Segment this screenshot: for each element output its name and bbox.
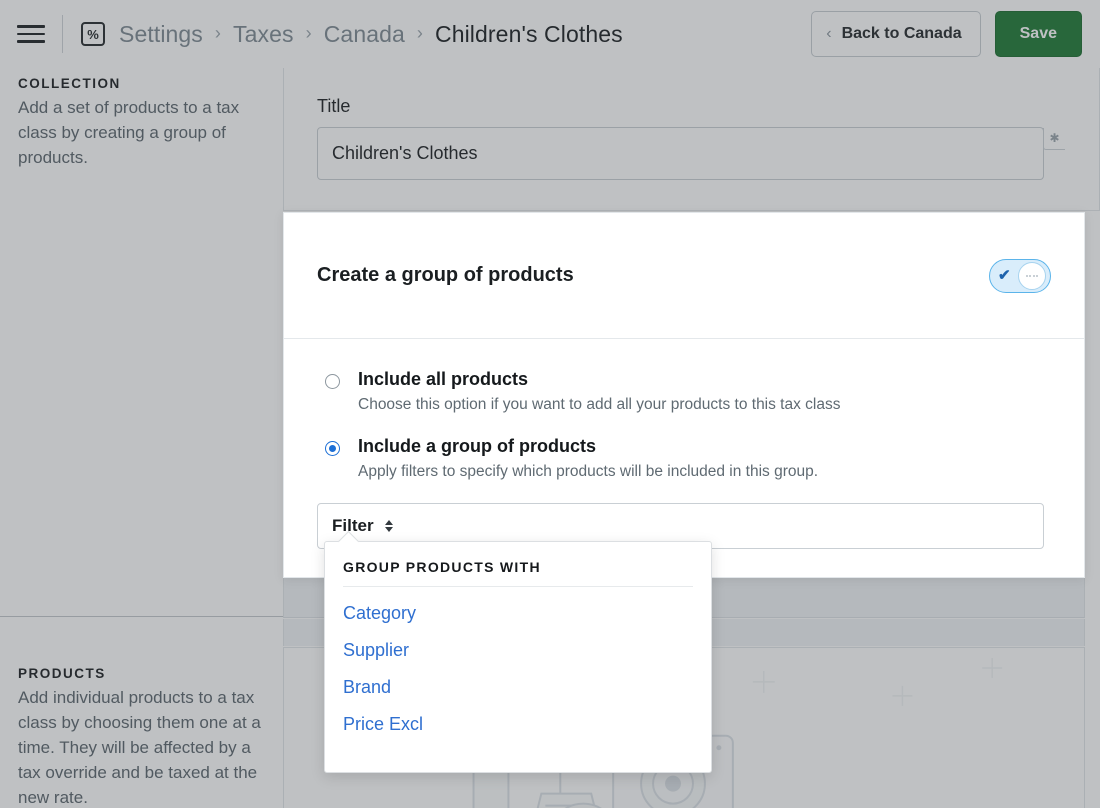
top-bar: % Settings › Taxes › Canada › Children's… xyxy=(0,0,1100,68)
dropdown-item-brand[interactable]: Brand xyxy=(343,661,693,698)
option-description: Apply filters to specify which products … xyxy=(358,462,819,480)
rail-section-collection: COLLECTION Add a set of products to a ta… xyxy=(18,76,261,170)
breadcrumb: Settings › Taxes › Canada › Children's C… xyxy=(119,21,811,48)
back-button-label: Back to Canada xyxy=(841,25,962,42)
rail-heading-products: PRODUCTS xyxy=(18,666,106,681)
hamburger-line xyxy=(17,40,45,43)
caret-up-icon xyxy=(384,520,393,526)
option-title: Include all products xyxy=(358,369,529,389)
option-description: Choose this option if you want to add al… xyxy=(358,395,841,413)
title-input[interactable] xyxy=(317,127,1044,180)
hamburger-menu-icon[interactable] xyxy=(14,17,48,51)
dropdown-heading: GROUP PRODUCTS WITH xyxy=(343,542,693,587)
rail-heading-collection: COLLECTION xyxy=(18,76,121,91)
create-group-heading: Create a group of products xyxy=(317,264,574,286)
create-group-card-body: Include all products Choose this option … xyxy=(284,339,1084,550)
save-button-label: Save xyxy=(1019,25,1057,42)
radio-include-group-of-products[interactable] xyxy=(325,441,340,457)
grip-dot xyxy=(1032,274,1035,277)
check-icon: ✔ xyxy=(998,267,1011,284)
option-title: Include a group of products xyxy=(358,436,596,457)
toolbar-divider xyxy=(62,15,63,53)
create-group-toggle[interactable]: ✔ xyxy=(989,258,1051,293)
rail-body-collection: Add a set of products to a tax class by … xyxy=(18,98,240,167)
filter-select-label: Filter xyxy=(332,516,374,536)
breadcrumb-item-taxes[interactable]: Taxes xyxy=(233,21,294,48)
hamburger-line xyxy=(17,25,45,28)
back-to-canada-button[interactable]: ‹ Back to Canada xyxy=(811,11,981,57)
create-group-card-header: Create a group of products ✔ xyxy=(284,213,1084,339)
breadcrumb-item-canada[interactable]: Canada xyxy=(324,21,405,48)
option-text: Include all products Choose this option … xyxy=(358,369,840,414)
grip-dot xyxy=(1029,274,1032,277)
create-group-card: Create a group of products ✔ Include all… xyxy=(283,212,1085,578)
breadcrumb-item-current: Children's Clothes xyxy=(435,20,623,47)
save-button[interactable]: Save xyxy=(994,11,1082,57)
chevron-right-icon: › xyxy=(416,22,423,43)
breadcrumb-item-settings[interactable]: Settings xyxy=(119,21,203,48)
rail-section-products: PRODUCTS Add individual products to a ta… xyxy=(18,666,268,808)
toggle-knob xyxy=(1018,261,1046,290)
updown-stepper-icon xyxy=(384,520,393,533)
percent-tax-icon: % xyxy=(81,22,105,46)
option-include-all-products[interactable]: Include all products Choose this option … xyxy=(317,369,1051,414)
caret-down-icon xyxy=(384,527,393,533)
required-asterisk-badge: ✱ xyxy=(1043,128,1065,150)
radio-include-all-products[interactable] xyxy=(325,374,340,389)
chevron-left-icon: ‹ xyxy=(826,25,832,42)
option-include-group-of-products[interactable]: Include a group of products Apply filter… xyxy=(317,436,1051,481)
option-text: Include a group of products Apply filter… xyxy=(358,436,818,481)
group-products-dropdown: GROUP PRODUCTS WITH Category Supplier Br… xyxy=(324,541,712,773)
rail-divider xyxy=(0,616,283,617)
dropdown-item-supplier[interactable]: Supplier xyxy=(343,624,693,661)
left-info-rail: COLLECTION Add a set of products to a ta… xyxy=(0,68,283,808)
title-card: Title ✱ xyxy=(283,68,1100,211)
hamburger-line xyxy=(17,32,45,36)
top-bar-actions: ‹ Back to Canada Save xyxy=(811,11,1082,57)
dropdown-item-price-excl[interactable]: Price Excl xyxy=(343,698,693,735)
grip-dot xyxy=(1036,274,1039,277)
title-input-wrap: ✱ xyxy=(317,127,1066,180)
grip-dot xyxy=(1025,274,1028,277)
dropdown-item-category[interactable]: Category xyxy=(343,587,693,624)
title-field-label: Title xyxy=(317,96,351,116)
chevron-right-icon: › xyxy=(305,22,312,43)
rail-body-products: Add individual products to a tax class b… xyxy=(18,688,261,807)
chevron-right-icon: › xyxy=(214,22,222,43)
app-root: % Settings › Taxes › Canada › Children's… xyxy=(0,0,1100,808)
